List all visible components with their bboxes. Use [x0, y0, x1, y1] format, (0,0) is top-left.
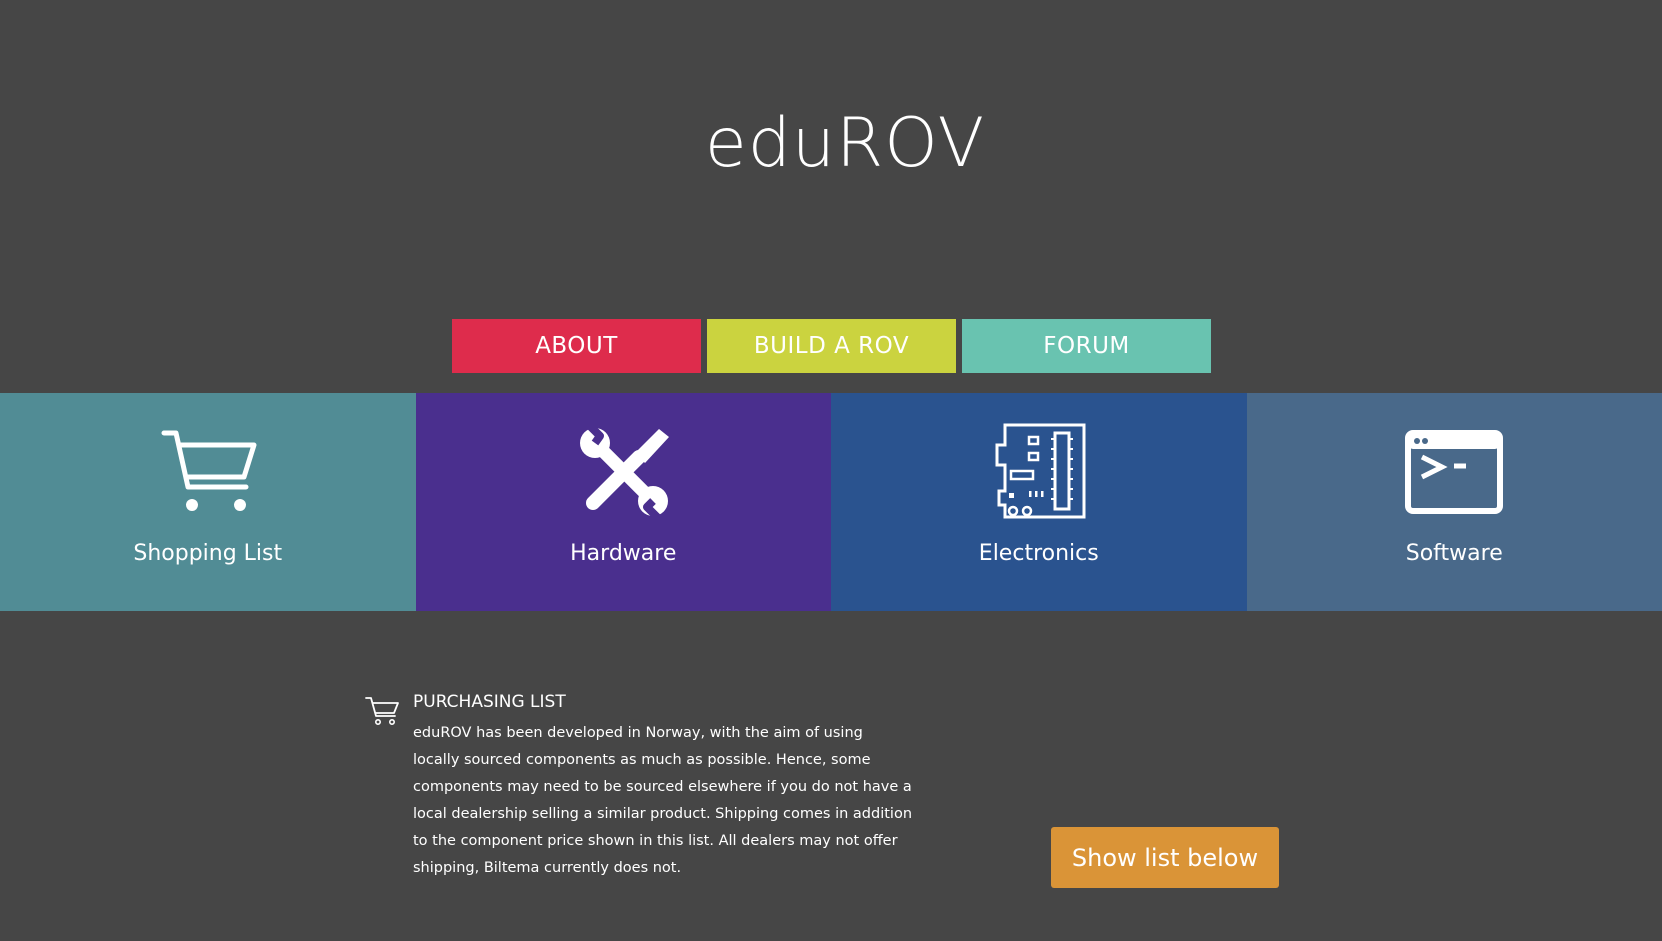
tile-electronics[interactable]: Electronics: [831, 393, 1247, 611]
tile-shopping-list[interactable]: Shopping List: [0, 393, 416, 611]
purchasing-title: PURCHASING LIST: [413, 692, 566, 712]
wrench-screwdriver-icon: [573, 421, 673, 521]
category-tiles: Shopping List Hardware Electronics Softw…: [0, 393, 1662, 611]
shopping-cart-icon: [158, 421, 258, 521]
tile-label: Electronics: [978, 541, 1099, 566]
purchasing-text: PURCHASING LIST eduROV has been develope…: [413, 692, 913, 882]
show-list-button[interactable]: Show list below: [1051, 827, 1279, 888]
nav-build-a-rov-button[interactable]: BUILD A ROV: [707, 319, 956, 373]
shopping-cart-icon: [364, 694, 404, 728]
purchasing-section: PURCHASING LIST eduROV has been develope…: [364, 692, 913, 882]
terminal-icon: [1404, 421, 1504, 521]
purchasing-description: eduROV has been developed in Norway, wit…: [413, 725, 913, 876]
tile-software[interactable]: Software: [1246, 393, 1662, 611]
tile-label: Shopping List: [133, 541, 283, 566]
tile-label: Software: [1405, 541, 1503, 566]
main-nav: ABOUT BUILD A ROV FORUM: [452, 319, 1211, 373]
nav-forum-button[interactable]: FORUM: [962, 319, 1211, 373]
nav-about-button[interactable]: ABOUT: [452, 319, 701, 373]
site-title: eduROV: [704, 104, 986, 183]
tile-hardware[interactable]: Hardware: [415, 393, 831, 611]
circuit-board-icon: [989, 421, 1089, 521]
tile-label: Hardware: [570, 541, 677, 566]
